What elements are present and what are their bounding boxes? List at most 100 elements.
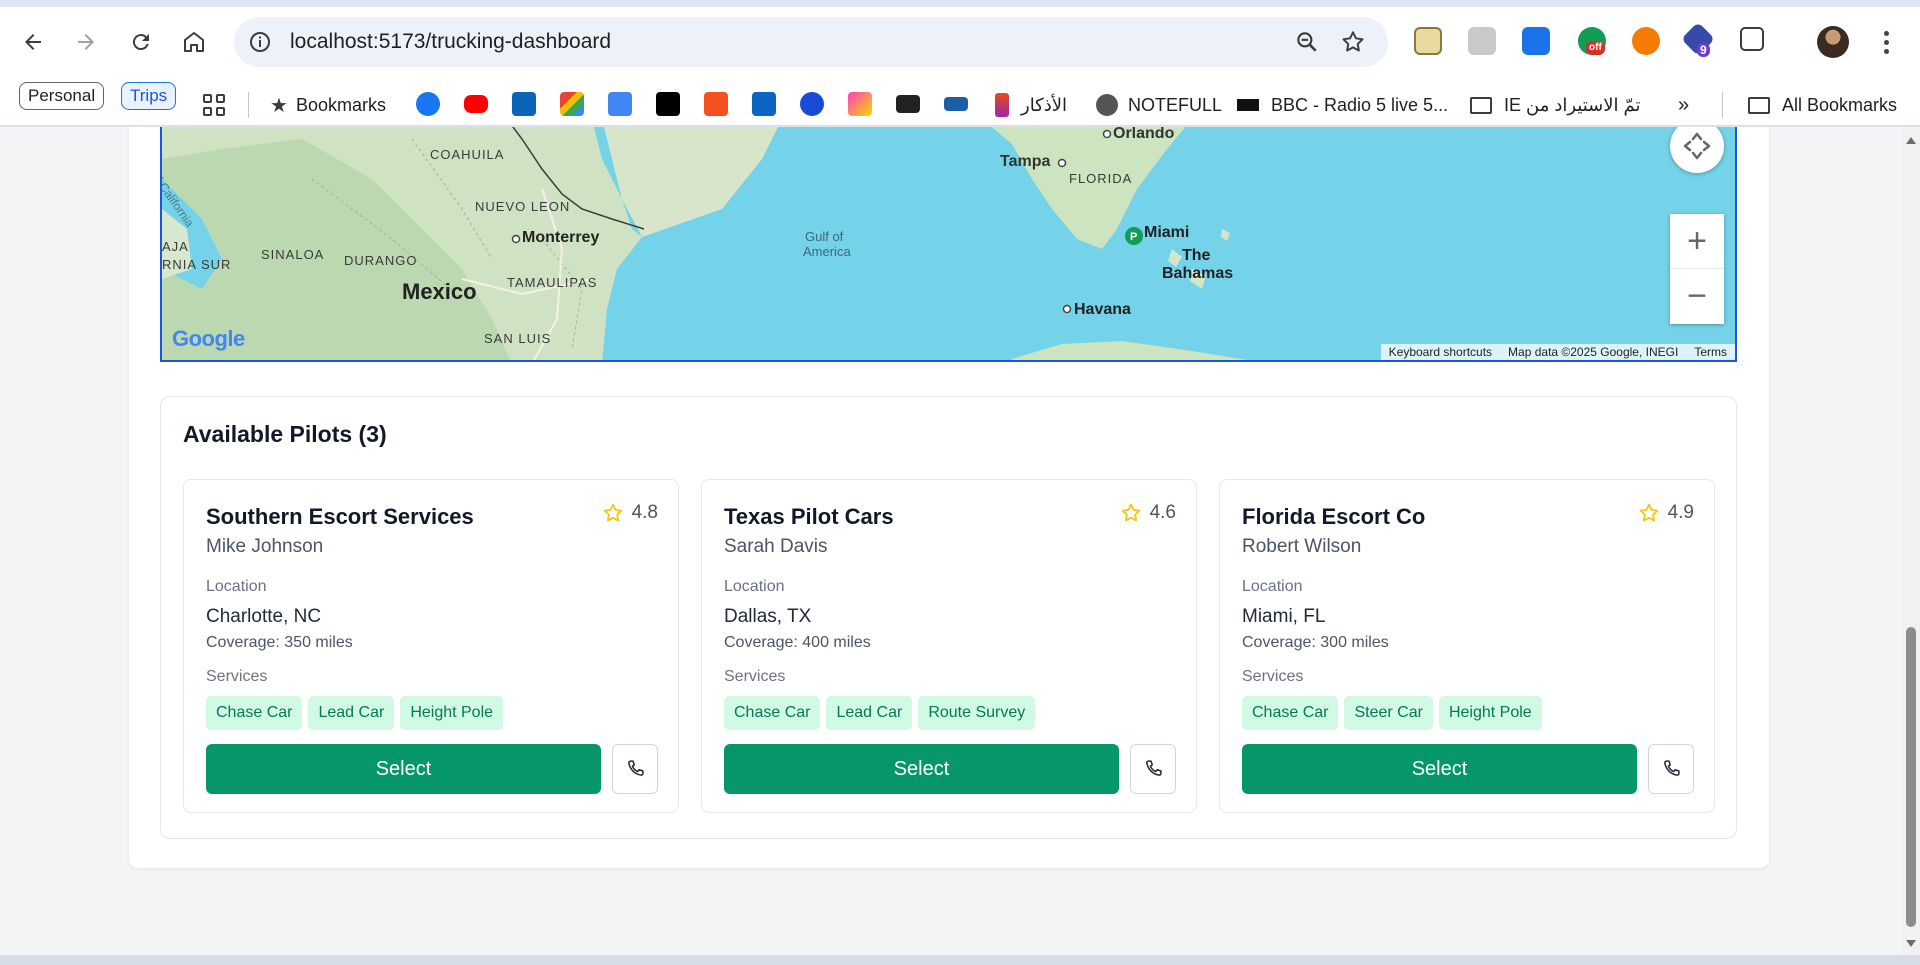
services-label: Services bbox=[206, 668, 268, 685]
route-map[interactable]: P COAHUILA NUEVO LEON Monterrey SINALOA … bbox=[160, 127, 1737, 362]
map-label: SAN LUIS bbox=[484, 331, 552, 346]
phone-icon bbox=[628, 760, 644, 776]
browser-menu-button[interactable] bbox=[1876, 24, 1896, 60]
star-icon: ★ bbox=[270, 94, 288, 117]
forward-button[interactable] bbox=[66, 22, 106, 62]
address-bar[interactable]: localhost:5173/trucking-dashboard bbox=[234, 17, 1388, 67]
site-info-icon[interactable] bbox=[248, 30, 272, 54]
folder-icon bbox=[1470, 96, 1492, 114]
linkedin-icon[interactable] bbox=[752, 92, 776, 116]
available-pilots-panel: Available Pilots (3) Southern Escort Ser… bbox=[160, 396, 1737, 839]
more-bookmarks-button[interactable]: » bbox=[1678, 91, 1689, 119]
translate-extension-icon[interactable] bbox=[1468, 27, 1496, 55]
terms-link[interactable]: Terms bbox=[1686, 344, 1735, 360]
profile-avatar[interactable] bbox=[1817, 26, 1849, 58]
bookmark-label: All Bookmarks bbox=[1782, 94, 1898, 115]
divider bbox=[248, 92, 249, 118]
page-scrollbar[interactable] bbox=[1902, 127, 1920, 955]
select-pilot-button[interactable]: Select bbox=[724, 744, 1119, 794]
notes-extension-icon[interactable] bbox=[1414, 27, 1442, 55]
google-logo: Google bbox=[172, 326, 245, 351]
service-tag: Route Survey bbox=[918, 696, 1036, 730]
bookmarks-bar: Personal Trips ★ Bookmarks الأذكار NOTEF… bbox=[0, 82, 1920, 126]
facebook-icon[interactable] bbox=[416, 92, 440, 116]
page-viewport: P COAHUILA NUEVO LEON Monterrey SINALOA … bbox=[0, 127, 1902, 955]
x-icon[interactable] bbox=[656, 92, 680, 116]
select-pilot-button[interactable]: Select bbox=[1242, 744, 1637, 794]
location-label: Location bbox=[724, 578, 785, 595]
url-text[interactable]: localhost:5173/trucking-dashboard bbox=[290, 30, 611, 54]
bookmark-athkar[interactable]: الأذكار bbox=[995, 91, 1067, 119]
star-icon bbox=[1639, 503, 1658, 522]
pilot-company: Texas Pilot Cars bbox=[724, 504, 894, 529]
puzzle-extensions-icon[interactable] bbox=[1740, 27, 1764, 51]
home-button[interactable] bbox=[174, 22, 214, 62]
scroll-up-arrow[interactable] bbox=[1906, 137, 1916, 144]
pilot-contact: Mike Johnson bbox=[206, 536, 324, 557]
call-pilot-button[interactable] bbox=[1648, 744, 1694, 794]
bookmark-label: الأذكار bbox=[1021, 94, 1068, 115]
back-button[interactable] bbox=[13, 22, 53, 62]
all-bookmarks-folder[interactable]: All Bookmarks bbox=[1748, 91, 1897, 119]
browser-toolbar: localhost:5173/trucking-dashboard off 9 bbox=[0, 0, 1920, 84]
service-tag: Chase Car bbox=[724, 696, 821, 730]
bookmark-imported-folder[interactable]: IE تمّ الاستيراد من bbox=[1470, 91, 1641, 119]
youtube-icon[interactable] bbox=[464, 95, 488, 113]
pilot-contact: Robert Wilson bbox=[1242, 536, 1362, 557]
zoom-out-button[interactable]: − bbox=[1670, 269, 1724, 323]
map-label: TAMAULIPAS bbox=[507, 275, 598, 290]
apps-grid-icon[interactable] bbox=[203, 94, 225, 116]
tumblr-icon[interactable] bbox=[704, 92, 728, 116]
tasks-extension-icon[interactable] bbox=[1522, 27, 1550, 55]
pilot-location: Charlotte, NC bbox=[206, 606, 322, 627]
c-app-icon[interactable] bbox=[800, 92, 824, 116]
star-icon bbox=[1121, 503, 1140, 522]
window-bottom-edge bbox=[0, 955, 1920, 965]
call-pilot-button[interactable] bbox=[612, 744, 658, 794]
map-label: Bahamas bbox=[1162, 265, 1234, 282]
google-translate-icon[interactable] bbox=[608, 92, 632, 116]
pilot-contact: Sarah Davis bbox=[724, 536, 828, 557]
ublock-extension-icon[interactable]: off bbox=[1578, 27, 1606, 55]
burst-extension-icon[interactable] bbox=[1632, 27, 1660, 55]
bookmark-notefull[interactable]: NOTEFULL bbox=[1096, 91, 1222, 119]
arabic-logo-icon[interactable] bbox=[944, 97, 968, 111]
map-label: The bbox=[1182, 247, 1211, 264]
phone-icon bbox=[1146, 760, 1162, 776]
svg-text:P: P bbox=[1130, 231, 1137, 243]
bookmark-bbc[interactable]: BBC - Radio 5 live 5... bbox=[1237, 91, 1448, 119]
service-tags: Chase Car Steer Car Height Pole bbox=[1242, 696, 1542, 730]
keyboard-shortcuts-link[interactable]: Keyboard shortcuts bbox=[1381, 344, 1500, 360]
gmail-icon[interactable] bbox=[560, 92, 584, 116]
call-pilot-button[interactable] bbox=[1130, 744, 1176, 794]
pilot-rating: 4.8 bbox=[602, 502, 658, 524]
bookmark-star-icon[interactable] bbox=[1340, 29, 1366, 55]
gradient-app-icon[interactable] bbox=[848, 92, 872, 116]
select-pilot-button[interactable]: Select bbox=[206, 744, 601, 794]
map-label: SINALOA bbox=[261, 247, 325, 262]
globe-icon bbox=[1096, 94, 1118, 116]
pilot-card: Florida Escort Co 4.9 Robert Wilson Loca… bbox=[1219, 479, 1715, 813]
service-tag: Height Pole bbox=[1438, 696, 1542, 730]
rating-value: 4.8 bbox=[631, 502, 658, 523]
section-title: Available Pilots (3) bbox=[183, 421, 387, 447]
service-tags: Chase Car Lead Car Route Survey bbox=[724, 696, 1036, 730]
service-tag: Steer Car bbox=[1344, 696, 1433, 730]
reload-icon bbox=[132, 34, 149, 51]
profile-chip-trips[interactable]: Trips bbox=[121, 82, 177, 110]
bookmarks-folder[interactable]: ★ Bookmarks bbox=[270, 91, 386, 119]
pilot-location: Dallas, TX bbox=[724, 606, 812, 627]
zoom-in-button[interactable]: + bbox=[1670, 215, 1724, 269]
bookmark-label: BBC - Radio 5 live 5... bbox=[1271, 94, 1449, 115]
reload-button[interactable] bbox=[121, 22, 161, 62]
profile-chip-personal[interactable]: Personal bbox=[19, 82, 105, 110]
outlook-icon[interactable] bbox=[512, 92, 536, 116]
arrow-left-icon bbox=[25, 34, 41, 50]
scroll-down-arrow[interactable] bbox=[1906, 940, 1916, 947]
pilot-rating: 4.9 bbox=[1638, 502, 1694, 524]
map-label: NUEVO LEON bbox=[475, 199, 571, 214]
zoom-icon[interactable] bbox=[1294, 29, 1320, 55]
scroll-thumb[interactable] bbox=[1906, 627, 1916, 927]
news-app-icon[interactable] bbox=[896, 95, 920, 113]
map-label: Gulf of bbox=[805, 229, 844, 244]
